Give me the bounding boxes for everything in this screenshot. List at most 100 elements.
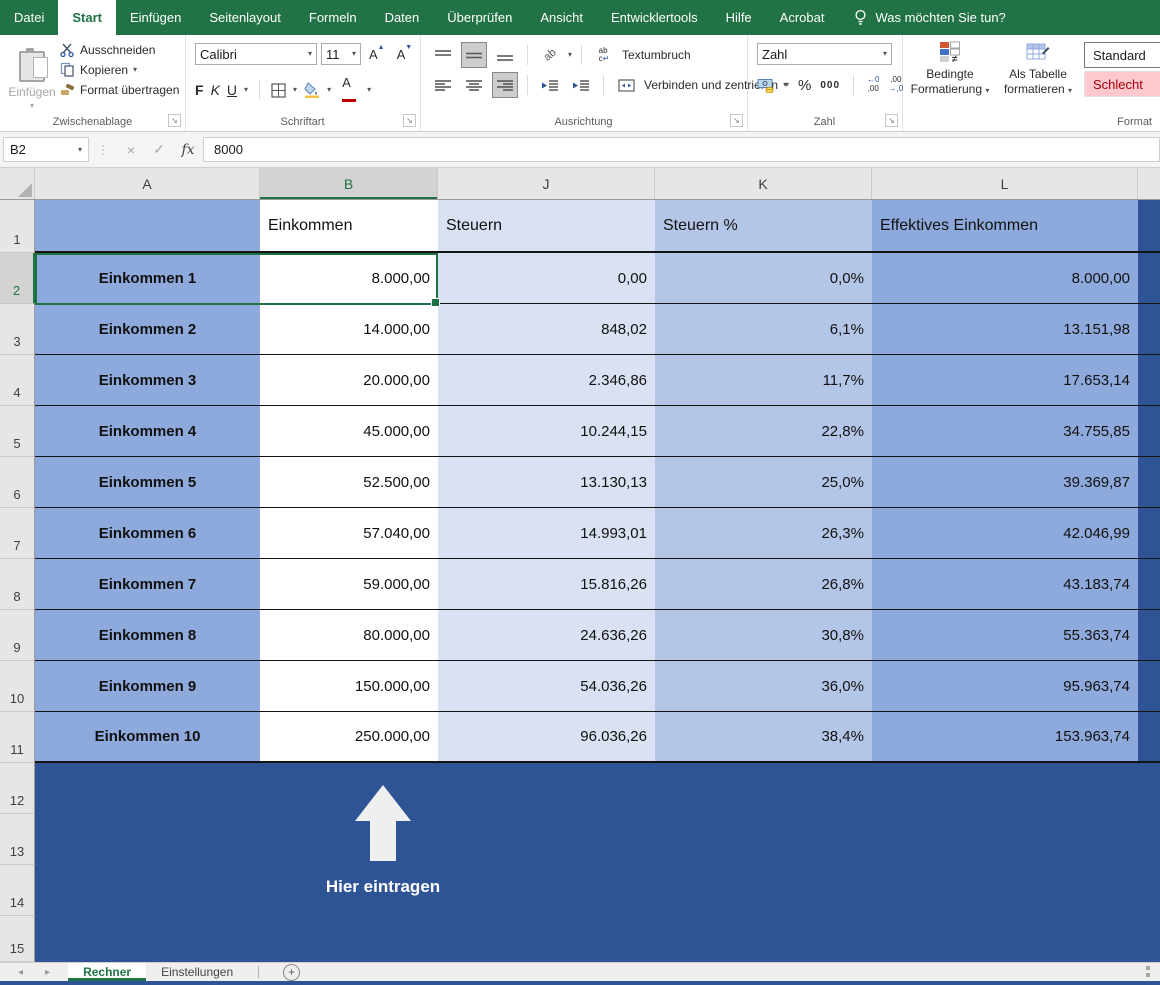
cell-K4[interactable]: 11,7% (655, 355, 872, 405)
cancel-button[interactable]: × (117, 142, 145, 158)
fill-color-button[interactable] (304, 82, 320, 98)
cell-K6[interactable]: 25,0% (655, 457, 872, 507)
cell-J10[interactable]: 54.036,26 (438, 661, 655, 711)
row-header-9[interactable]: 9 (0, 610, 35, 661)
cell-A4[interactable]: Einkommen 3 (35, 355, 260, 405)
dialog-launcher-icon[interactable]: ↘ (885, 114, 898, 127)
align-middle-button[interactable] (461, 42, 487, 68)
number-format-select[interactable]: Zahl ▾ (757, 43, 892, 65)
borders-button[interactable] (271, 83, 286, 98)
cell-L3[interactable]: 13.151,98 (872, 304, 1138, 354)
row-header-12[interactable]: 12 (0, 763, 35, 814)
paste-button[interactable]: Einfügen ▾ (8, 41, 56, 119)
increase-decimal-button[interactable]: ←0 ,00 (867, 76, 879, 94)
dialog-launcher-icon[interactable]: ↘ (168, 114, 181, 127)
cut-button[interactable]: Ausschneiden (60, 43, 179, 57)
cell-J7[interactable]: 14.993,01 (438, 508, 655, 558)
cell-A1[interactable] (35, 200, 260, 251)
column-header-b[interactable]: B (260, 168, 438, 199)
enter-button[interactable]: ✓ (145, 141, 173, 158)
cell-J6[interactable]: 13.130,13 (438, 457, 655, 507)
row-header-1[interactable]: 1 (0, 200, 35, 253)
row-header-6[interactable]: 6 (0, 457, 35, 508)
cell-L2[interactable]: 8.000,00 (872, 253, 1138, 303)
row-header-5[interactable]: 5 (0, 406, 35, 457)
tab-formeln[interactable]: Formeln (295, 0, 371, 35)
tab-daten[interactable]: Daten (371, 0, 434, 35)
cell-B3[interactable]: 14.000,00 (260, 304, 438, 354)
cell-L1[interactable]: Effektives Einkommen (872, 200, 1138, 251)
cell-A8[interactable]: Einkommen 7 (35, 559, 260, 609)
cell-B10[interactable]: 150.000,00 (260, 661, 438, 711)
tab-einfuegen[interactable]: Einfügen (116, 0, 195, 35)
cell-J2[interactable]: 0,00 (438, 253, 655, 303)
tab-entwicklertools[interactable]: Entwicklertools (597, 0, 712, 35)
cell-A9[interactable]: Einkommen 8 (35, 610, 260, 660)
cell-J5[interactable]: 10.244,15 (438, 406, 655, 456)
sheet-next-icon[interactable]: ▸ (45, 967, 50, 978)
cell-L5[interactable]: 34.755,85 (872, 406, 1138, 456)
cell-B2[interactable]: 8.000,00 (260, 253, 438, 303)
bold-button[interactable]: F (195, 82, 204, 98)
decrease-font-button[interactable]: A▼ (393, 47, 417, 62)
formula-input[interactable]: 8000 (203, 137, 1160, 162)
cell-K2[interactable]: 0,0% (655, 253, 872, 303)
tab-hilfe[interactable]: Hilfe (712, 0, 766, 35)
cell-J9[interactable]: 24.636,26 (438, 610, 655, 660)
column-header-j[interactable]: J (438, 168, 655, 199)
currency-format-button[interactable] (757, 78, 776, 93)
cell-style-standard[interactable]: Standard (1084, 42, 1160, 68)
cell-style-schlecht[interactable]: Schlecht (1084, 71, 1160, 97)
cell-L11[interactable]: 153.963,74 (872, 712, 1138, 761)
tab-datei[interactable]: Datei (0, 0, 58, 35)
cell-A3[interactable]: Einkommen 2 (35, 304, 260, 354)
cell-J1[interactable]: Steuern (438, 200, 655, 251)
column-header-k[interactable]: K (655, 168, 872, 199)
select-all-corner[interactable] (0, 168, 35, 199)
cell-B11[interactable]: 250.000,00 (260, 712, 438, 761)
underline-button[interactable]: U (227, 82, 237, 98)
cell-L10[interactable]: 95.963,74 (872, 661, 1138, 711)
cell-A10[interactable]: Einkommen 9 (35, 661, 260, 711)
font-name-select[interactable]: Calibri ▾ (195, 43, 317, 65)
cell-K5[interactable]: 22,8% (655, 406, 872, 456)
row-header-2[interactable]: 2 (0, 253, 35, 304)
tab-ueberpruefen[interactable]: Überprüfen (433, 0, 526, 35)
column-header-a[interactable]: A (35, 168, 260, 199)
format-as-table-button[interactable]: Als Tabelleformatieren ▾ (996, 41, 1080, 97)
cell-A2[interactable]: Einkommen 1 (35, 253, 260, 303)
cell-B9[interactable]: 80.000,00 (260, 610, 438, 660)
tab-ansicht[interactable]: Ansicht (526, 0, 597, 35)
row-header-7[interactable]: 7 (0, 508, 35, 559)
cell-B6[interactable]: 52.500,00 (260, 457, 438, 507)
merge-center-button[interactable] (613, 72, 639, 98)
cell-K8[interactable]: 26,8% (655, 559, 872, 609)
column-header-l[interactable]: L (872, 168, 1138, 199)
cell-K3[interactable]: 6,1% (655, 304, 872, 354)
cell-J8[interactable]: 15.816,26 (438, 559, 655, 609)
row-header-11[interactable]: 11 (0, 712, 35, 763)
align-right-button[interactable] (492, 72, 518, 98)
cell-K10[interactable]: 36,0% (655, 661, 872, 711)
row-header-14[interactable]: 14 (0, 865, 35, 916)
align-bottom-button[interactable] (492, 42, 518, 68)
cell-A11[interactable]: Einkommen 10 (35, 712, 260, 761)
tab-acrobat[interactable]: Acrobat (766, 0, 839, 35)
row-header-15[interactable]: 15 (0, 916, 35, 962)
increase-indent-button[interactable] (568, 72, 594, 98)
percent-format-button[interactable]: % (798, 77, 811, 94)
scrollbar-grip[interactable] (1146, 966, 1150, 977)
dialog-launcher-icon[interactable]: ↘ (403, 114, 416, 127)
tell-me-search[interactable]: Was möchten Sie tun? (842, 0, 1017, 35)
cell-A6[interactable]: Einkommen 5 (35, 457, 260, 507)
copy-button[interactable]: Kopieren ▾ (60, 62, 179, 77)
row-header-13[interactable]: 13 (0, 814, 35, 865)
cell-K7[interactable]: 26,3% (655, 508, 872, 558)
conditional-formatting-button[interactable]: ≠ BedingteFormatierung ▾ (908, 41, 992, 97)
cell-B8[interactable]: 59.000,00 (260, 559, 438, 609)
cell-L7[interactable]: 42.046,99 (872, 508, 1138, 558)
decrease-decimal-button[interactable]: ,00 →,0 (889, 76, 904, 94)
orientation-button[interactable]: ab (537, 42, 563, 68)
cell-L6[interactable]: 39.369,87 (872, 457, 1138, 507)
decrease-indent-button[interactable] (537, 72, 563, 98)
